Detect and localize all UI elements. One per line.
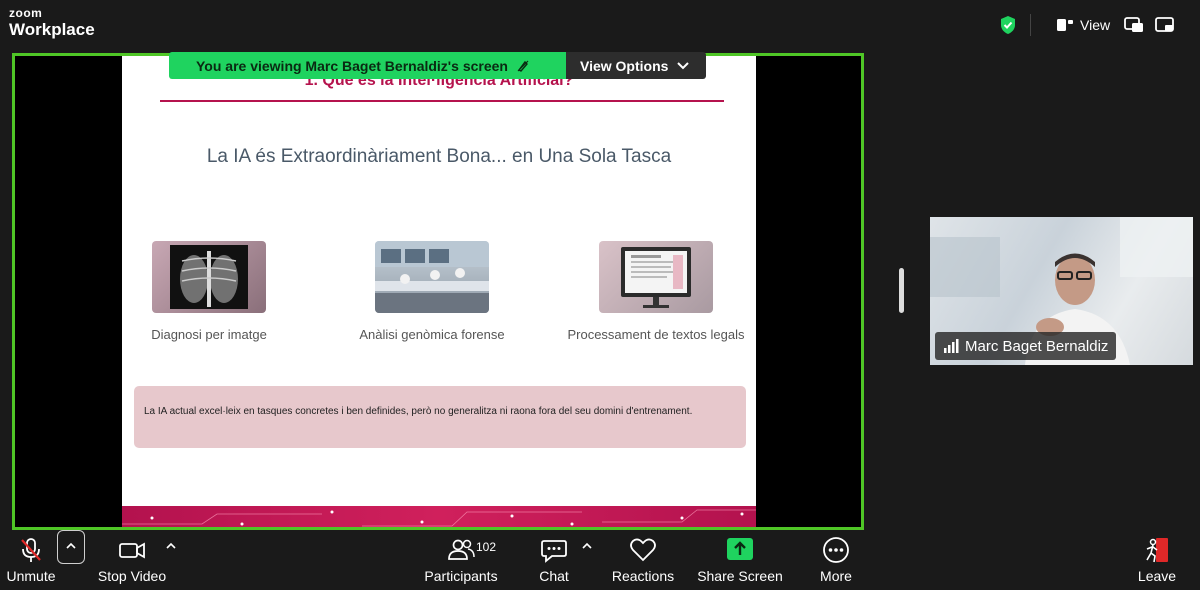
card-caption: Processament de textos legals bbox=[567, 327, 745, 342]
stop-video-label: Stop Video bbox=[97, 568, 167, 584]
unmute-label: Unmute bbox=[6, 568, 56, 584]
share-screen-button[interactable]: Share Screen bbox=[697, 530, 783, 590]
panel-resize-handle[interactable] bbox=[899, 268, 904, 313]
top-divider bbox=[1030, 14, 1031, 36]
view-label: View bbox=[1080, 17, 1111, 33]
fullscreen-icon[interactable] bbox=[1154, 15, 1176, 35]
chat-bubble-icon bbox=[541, 540, 567, 563]
card-genomic-analysis: Anàlisi genòmica forense bbox=[342, 241, 522, 342]
slide-title: La IA és Extraordinàriament Bona... en U… bbox=[206, 146, 672, 167]
slide-note: La IA actual excel·leix en tasques concr… bbox=[134, 386, 746, 448]
participant-video-tile[interactable]: Marc Baget Bernaldiz bbox=[930, 217, 1193, 365]
view-layout-icon bbox=[1057, 19, 1073, 31]
reactions-button[interactable]: Reactions bbox=[608, 530, 678, 590]
card-image-diagnosis: Diagnosi per imatge bbox=[122, 241, 299, 342]
heart-icon bbox=[630, 538, 656, 562]
leave-label: Leave bbox=[1137, 568, 1177, 584]
more-label: More bbox=[820, 568, 852, 584]
meeting-toolbar bbox=[0, 530, 1200, 590]
shield-check-icon[interactable] bbox=[998, 15, 1018, 35]
xray-image bbox=[152, 241, 266, 313]
viewing-text: You are viewing Marc Baget Bernaldiz's s… bbox=[196, 57, 508, 74]
view-button[interactable]: View bbox=[1056, 14, 1110, 36]
card-caption: Anàlisi genòmica forense bbox=[359, 327, 505, 342]
chat-options-chevron-up-icon[interactable] bbox=[580, 541, 594, 551]
annotate-icon bbox=[517, 60, 529, 72]
more-dots-icon bbox=[823, 537, 849, 563]
audio-options-caret[interactable] bbox=[57, 530, 85, 564]
monitor-document-image bbox=[599, 241, 713, 313]
participants-button[interactable]: Participants bbox=[422, 530, 500, 590]
presentation-slide: 1. Què és la Intel·ligència Artificial? … bbox=[122, 56, 756, 527]
participants-label: Participants bbox=[424, 568, 498, 584]
lab-image bbox=[375, 241, 489, 313]
chat-button[interactable]: Chat bbox=[525, 530, 583, 590]
slide-heading-rule bbox=[160, 100, 724, 102]
more-button[interactable]: More bbox=[810, 530, 862, 590]
signal-strength-icon bbox=[944, 339, 959, 353]
participants-icon bbox=[448, 539, 475, 560]
view-options-button[interactable]: View Options bbox=[566, 52, 706, 79]
chevron-down-icon bbox=[677, 61, 690, 69]
viewing-banner: You are viewing Marc Baget Bernaldiz's s… bbox=[169, 52, 706, 79]
chevron-up-icon bbox=[66, 542, 76, 549]
microphone-muted-icon bbox=[21, 538, 41, 562]
participant-name-tag: Marc Baget Bernaldiz bbox=[935, 332, 1117, 360]
leave-door-icon bbox=[1146, 538, 1168, 563]
unmute-button[interactable]: Unmute bbox=[0, 530, 62, 590]
top-bar: zoom Workplace View bbox=[0, 0, 1200, 50]
viewing-label: You are viewing Marc Baget Bernaldiz's s… bbox=[169, 52, 566, 79]
shared-screen-frame: 1. Què és la Intel·ligència Artificial? … bbox=[12, 53, 864, 530]
view-options-label: View Options bbox=[580, 57, 669, 74]
card-caption: Diagnosi per imatge bbox=[151, 327, 267, 342]
video-options-chevron-up-icon[interactable] bbox=[164, 541, 178, 551]
reactions-label: Reactions bbox=[611, 568, 675, 584]
brand-workplace: Workplace bbox=[9, 20, 95, 39]
participants-count: 102 bbox=[476, 540, 497, 554]
chat-label: Chat bbox=[539, 568, 569, 584]
card-legal-texts: Processament de textos legals bbox=[566, 241, 746, 342]
slide-footer-decoration bbox=[122, 506, 756, 527]
participant-name: Marc Baget Bernaldiz bbox=[965, 337, 1109, 355]
stop-video-button[interactable]: Stop Video bbox=[94, 530, 170, 590]
zoom-logo: zoom Workplace bbox=[9, 7, 95, 38]
video-camera-icon bbox=[119, 542, 145, 559]
brand-zoom: zoom bbox=[9, 6, 43, 20]
share-screen-label: Share Screen bbox=[697, 568, 783, 584]
leave-button[interactable]: Leave bbox=[1132, 530, 1182, 590]
picture-in-picture-icon[interactable] bbox=[1123, 15, 1145, 35]
share-screen-icon bbox=[727, 538, 753, 560]
